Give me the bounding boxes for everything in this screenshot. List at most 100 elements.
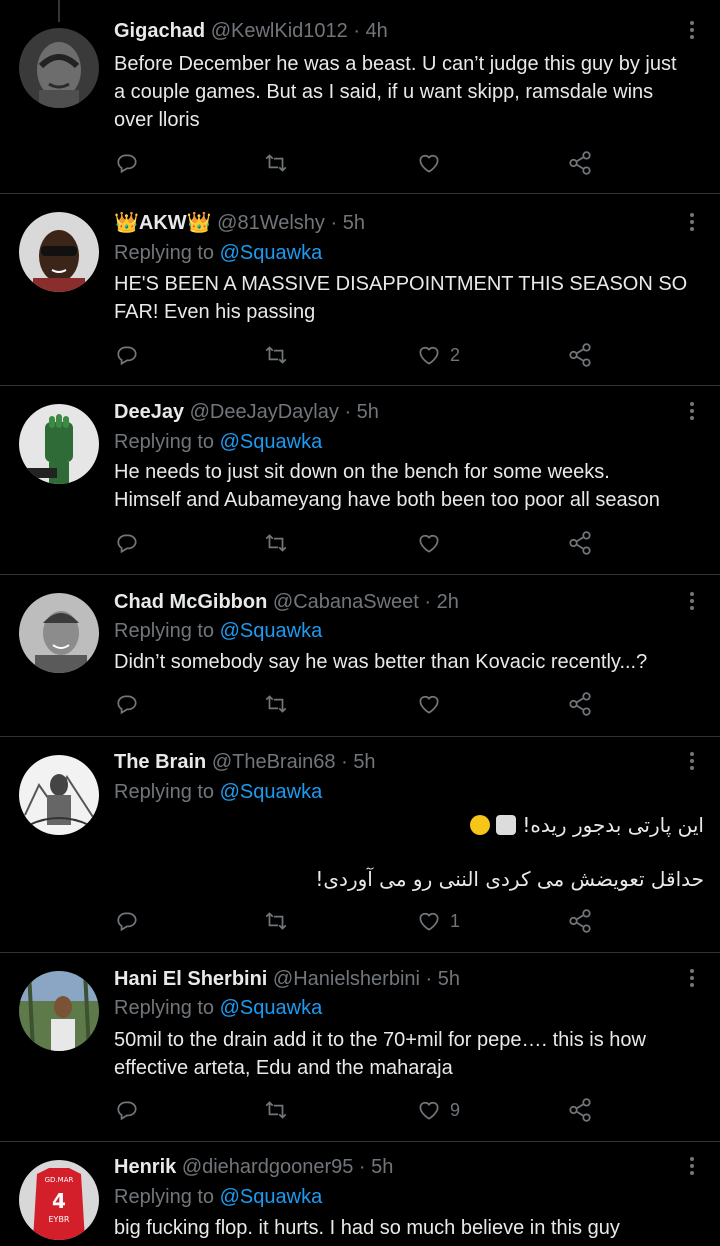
retweet-button[interactable] <box>263 340 289 370</box>
user-handle[interactable]: @81Welshy <box>217 212 325 234</box>
reply-button[interactable] <box>114 148 140 178</box>
more-icon[interactable] <box>682 749 702 775</box>
avatar[interactable] <box>19 404 99 484</box>
like-button[interactable] <box>416 148 450 178</box>
more-icon[interactable] <box>682 210 702 236</box>
retweet-icon <box>265 534 287 552</box>
heart-icon <box>419 695 439 714</box>
retweet-button[interactable] <box>263 1095 289 1125</box>
tweet-text-line: a couple games. But as I said, if u want… <box>114 81 654 103</box>
mention-link[interactable]: @Squawka <box>220 242 323 264</box>
replying-label: Replying to <box>114 242 215 264</box>
mention-link[interactable]: @Squawka <box>220 997 323 1019</box>
user-handle[interactable]: @Hanielsherbini <box>273 968 420 990</box>
share-button[interactable] <box>567 148 593 178</box>
more-icon[interactable] <box>682 966 702 992</box>
tweet-text: big fucking flop. it hurts. I had so muc… <box>114 1214 704 1242</box>
user-handle[interactable]: @KewlKid1012 <box>211 20 348 42</box>
tweet[interactable]: The Brain @TheBrain68 · 5h Replying to @… <box>0 737 720 953</box>
retweet-button[interactable] <box>263 528 289 558</box>
replying-label: Replying to <box>114 431 215 453</box>
avatar[interactable] <box>19 755 99 835</box>
share-button[interactable] <box>567 689 593 719</box>
display-name[interactable]: AKW <box>139 212 187 234</box>
timestamp[interactable]: 5h <box>343 212 365 234</box>
like-button[interactable]: 1 <box>416 906 460 936</box>
tweet-text: Before December he was a beast. U can’t … <box>114 50 704 134</box>
share-button[interactable] <box>567 340 593 370</box>
reply-button[interactable] <box>114 689 140 719</box>
retweet-button[interactable] <box>263 148 289 178</box>
tweet[interactable]: Chad McGibbon @CabanaSweet · 2h Replying… <box>0 575 720 737</box>
timestamp[interactable]: 4h <box>366 20 388 42</box>
timestamp[interactable]: 5h <box>438 968 460 990</box>
avatar[interactable] <box>19 212 99 292</box>
replying-to: Replying to @Squawka <box>114 240 322 266</box>
share-icon <box>569 692 591 716</box>
timestamp[interactable]: 5h <box>357 401 379 423</box>
user-handle[interactable]: @DeeJayDaylay <box>190 401 339 423</box>
retweet-button[interactable] <box>263 689 289 719</box>
display-name[interactable]: Henrik <box>114 1156 176 1178</box>
reply-button[interactable] <box>114 340 140 370</box>
display-name[interactable]: DeeJay <box>114 401 184 423</box>
reply-icon <box>117 534 137 554</box>
facepalm-emoji-icon <box>496 815 517 835</box>
tweet-text: 50mil to the drain add it to the 70+mil … <box>114 1026 704 1082</box>
more-icon[interactable] <box>682 18 702 44</box>
reply-icon <box>117 912 137 932</box>
replying-to: Replying to @Squawka <box>114 429 322 455</box>
retweet-icon <box>265 346 287 364</box>
tweet-header: Henrik @diehardgooner95 · 5h <box>114 1154 393 1180</box>
heart-icon <box>419 346 439 365</box>
like-button[interactable]: 2 <box>416 340 460 370</box>
reply-button[interactable] <box>114 906 140 936</box>
user-handle[interactable]: @TheBrain68 <box>212 751 336 773</box>
avatar[interactable] <box>19 593 99 673</box>
tweet-text: He needs to just sit down on the bench f… <box>114 458 704 514</box>
mention-link[interactable]: @Squawka <box>220 781 323 803</box>
retweet-icon <box>265 695 287 713</box>
tweet[interactable]: DeeJay @DeeJayDaylay · 5h Replying to @S… <box>0 386 720 575</box>
display-name[interactable]: Gigachad <box>114 20 205 42</box>
share-button[interactable] <box>567 1095 593 1125</box>
tweet-text: HE'S BEEN A MASSIVE DISAPPOINTMENT THIS … <box>114 270 704 326</box>
more-icon[interactable] <box>682 589 702 615</box>
timestamp[interactable]: 5h <box>353 751 375 773</box>
tweet[interactable]: GD.MAR 4 EYBR Henrik @diehardgooner95 · … <box>0 1142 720 1246</box>
like-button[interactable] <box>416 689 450 719</box>
timestamp[interactable]: 2h <box>437 591 459 613</box>
more-icon[interactable] <box>682 1154 702 1180</box>
tweet-text-line: 50mil to the drain add it to the 70+mil … <box>114 1029 646 1051</box>
retweet-button[interactable] <box>263 906 289 936</box>
tweet-text-line: Himself and Aubameyang have both been to… <box>114 489 660 511</box>
tweet-text-line: Before December he was a beast. U can’t … <box>114 53 677 75</box>
tweet[interactable]: Gigachad @KewlKid1012 · 4h Before Decemb… <box>0 0 720 194</box>
reply-icon <box>117 346 137 366</box>
reply-button[interactable] <box>114 528 140 558</box>
share-button[interactable] <box>567 528 593 558</box>
tweet[interactable]: Hani El Sherbini @Hanielsherbini · 5h Re… <box>0 953 720 1142</box>
user-handle[interactable]: @diehardgooner95 <box>182 1156 354 1178</box>
reply-button[interactable] <box>114 1095 140 1125</box>
mention-link[interactable]: @Squawka <box>220 1186 323 1208</box>
timestamp[interactable]: 5h <box>371 1156 393 1178</box>
avatar[interactable] <box>19 971 99 1051</box>
avatar[interactable] <box>19 28 99 108</box>
like-button[interactable] <box>416 528 450 558</box>
user-handle[interactable]: @CabanaSweet <box>273 591 419 613</box>
crown-emoji: 👑 <box>186 212 212 234</box>
display-name[interactable]: Hani El Sherbini <box>114 968 267 990</box>
heart-icon <box>419 154 439 173</box>
like-button[interactable]: 9 <box>416 1095 460 1125</box>
share-button[interactable] <box>567 906 593 936</box>
display-name[interactable]: Chad McGibbon <box>114 591 267 613</box>
mention-link[interactable]: @Squawka <box>220 620 323 642</box>
separator-dot: · <box>358 1156 366 1178</box>
tweet-actions <box>0 689 720 719</box>
mention-link[interactable]: @Squawka <box>220 431 323 453</box>
display-name[interactable]: The Brain <box>114 751 206 773</box>
avatar[interactable]: GD.MAR 4 EYBR <box>19 1160 99 1240</box>
tweet[interactable]: 👑AKW👑 @81Welshy · 5h Replying to @Squawk… <box>0 194 720 386</box>
more-icon[interactable] <box>682 399 702 425</box>
